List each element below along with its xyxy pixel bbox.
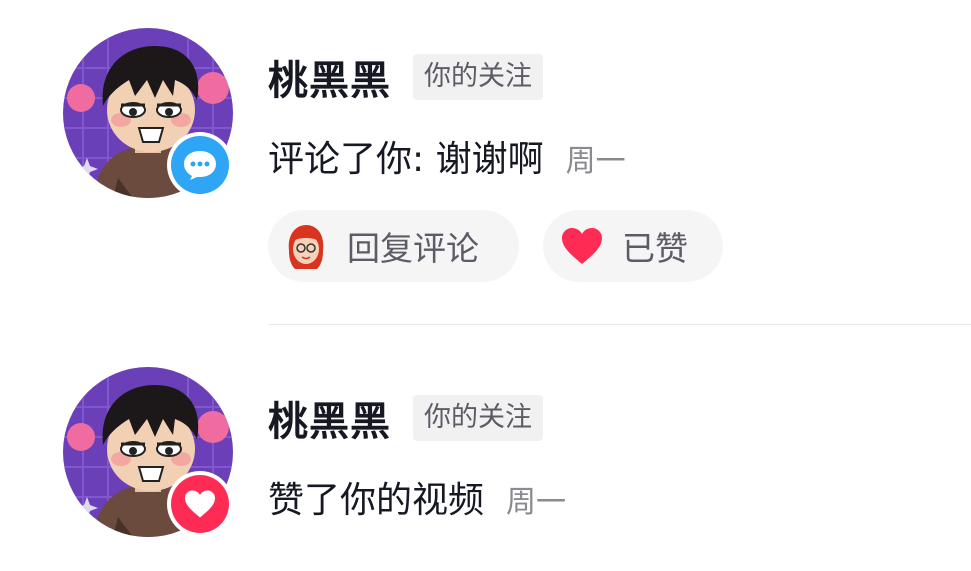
- notification-item[interactable]: 桃黑黑 你的关注 赞了你的视频 周一: [0, 325, 971, 571]
- timestamp: 周一: [506, 485, 567, 520]
- notification-item[interactable]: 桃黑黑 你的关注 评论了你: 谢谢啊 周一 回复评论 已赞: [0, 0, 971, 325]
- user-avatar-container[interactable]: [63, 367, 233, 537]
- liked-button[interactable]: 已赞: [543, 210, 723, 282]
- heart-icon: [562, 228, 602, 264]
- user-avatar-icon: [288, 225, 324, 269]
- liked-label: 已赞: [622, 229, 688, 268]
- reply-comment-button[interactable]: 回复评论: [268, 210, 519, 282]
- action-row: 赞了你的视频 周一: [268, 471, 566, 523]
- action-row: 评论了你: 谢谢啊 周一: [268, 130, 626, 182]
- reply-comment-label: 回复评论: [347, 229, 479, 268]
- follow-tag: 你的关注: [413, 395, 543, 441]
- action-text: 赞了你的视频: [268, 480, 485, 521]
- user-avatar-container[interactable]: [63, 28, 233, 198]
- comment-bubble-icon: [184, 151, 216, 180]
- name-row: 桃黑黑 你的关注: [268, 391, 543, 445]
- username[interactable]: 桃黑黑: [268, 48, 391, 106]
- follow-tag: 你的关注: [413, 54, 543, 100]
- timestamp: 周一: [565, 144, 626, 179]
- action-text: 评论了你: 谢谢啊: [268, 139, 544, 180]
- like-badge: [167, 471, 233, 537]
- name-row: 桃黑黑 你的关注: [268, 50, 543, 104]
- comment-badge: [167, 132, 233, 198]
- username[interactable]: 桃黑黑: [268, 389, 391, 447]
- heart-icon: [185, 490, 215, 518]
